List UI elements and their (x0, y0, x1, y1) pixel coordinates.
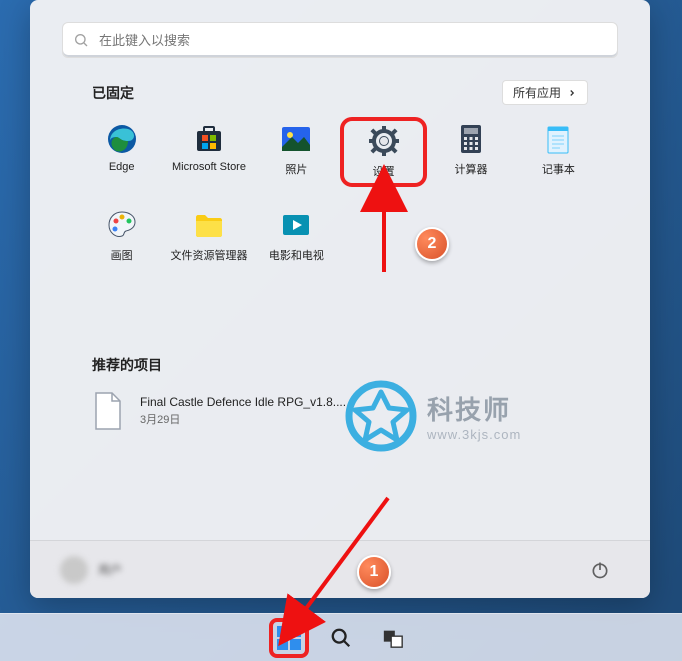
app-store[interactable]: Microsoft Store (165, 117, 252, 187)
taskview-icon (382, 627, 404, 649)
app-label: 照片 (285, 161, 307, 177)
app-movies[interactable]: 电影和电视 (253, 203, 340, 269)
pinned-header: 已固定 所有应用 (54, 80, 626, 105)
app-settings[interactable]: 设置 (340, 117, 427, 187)
notepad-icon (542, 123, 574, 155)
taskbar (0, 613, 682, 661)
file-icon (92, 391, 124, 431)
app-notepad[interactable]: 记事本 (515, 117, 602, 187)
folder-icon (193, 209, 225, 241)
chevron-right-icon (567, 88, 577, 98)
recommended-title: 推荐的项目 (92, 355, 588, 375)
annotation-step-1: 1 (357, 555, 391, 589)
edge-icon (106, 123, 138, 155)
taskbar-search-button[interactable] (321, 618, 361, 658)
user-name: 用户 (98, 561, 122, 578)
recommended-date: 3月29日 (140, 411, 346, 427)
app-photos[interactable]: 照片 (253, 117, 340, 187)
search-icon (73, 32, 89, 48)
start-menu: 已固定 所有应用 Edge Microsoft Store 照片 (30, 0, 650, 598)
recommended-item[interactable]: Final Castle Defence Idle RPG_v1.8.... 3… (92, 391, 588, 431)
photos-icon (280, 123, 312, 155)
annotation-step-2: 2 (415, 227, 449, 261)
user-account[interactable]: 用户 (60, 556, 122, 584)
pinned-title: 已固定 (92, 83, 134, 103)
app-edge[interactable]: Edge (78, 117, 165, 187)
app-label: 计算器 (454, 161, 487, 177)
store-icon (193, 123, 225, 155)
taskbar-start-button[interactable] (269, 618, 309, 658)
app-label: Microsoft Store (172, 161, 246, 173)
pinned-grid: Edge Microsoft Store 照片 设置 (54, 117, 626, 269)
power-button[interactable] (590, 560, 610, 580)
app-label: 电影和电视 (269, 247, 324, 263)
taskbar-taskview-button[interactable] (373, 618, 413, 658)
recommended-name: Final Castle Defence Idle RPG_v1.8.... (140, 395, 346, 409)
search-input[interactable] (99, 33, 607, 48)
app-label: 文件资源管理器 (170, 247, 247, 263)
windows-icon (276, 625, 302, 651)
search-box[interactable] (62, 22, 618, 58)
app-label: 记事本 (542, 161, 575, 177)
start-footer: 用户 (30, 540, 650, 598)
app-paint[interactable]: 画图 (78, 203, 165, 269)
app-label: 设置 (373, 163, 395, 179)
app-label: 画图 (111, 247, 133, 263)
calculator-icon (455, 123, 487, 155)
palette-icon (106, 209, 138, 241)
app-label: Edge (109, 161, 135, 173)
recommended-text: Final Castle Defence Idle RPG_v1.8.... 3… (140, 395, 346, 427)
app-calculator[interactable]: 计算器 (427, 117, 514, 187)
search-icon (330, 627, 352, 649)
video-icon (280, 209, 312, 241)
all-apps-button[interactable]: 所有应用 (502, 80, 588, 105)
all-apps-label: 所有应用 (513, 84, 561, 101)
app-explorer[interactable]: 文件资源管理器 (165, 203, 252, 269)
gear-icon (368, 125, 400, 157)
avatar-icon (60, 556, 88, 584)
recommended-section: 推荐的项目 Final Castle Defence Idle RPG_v1.8… (54, 355, 626, 431)
